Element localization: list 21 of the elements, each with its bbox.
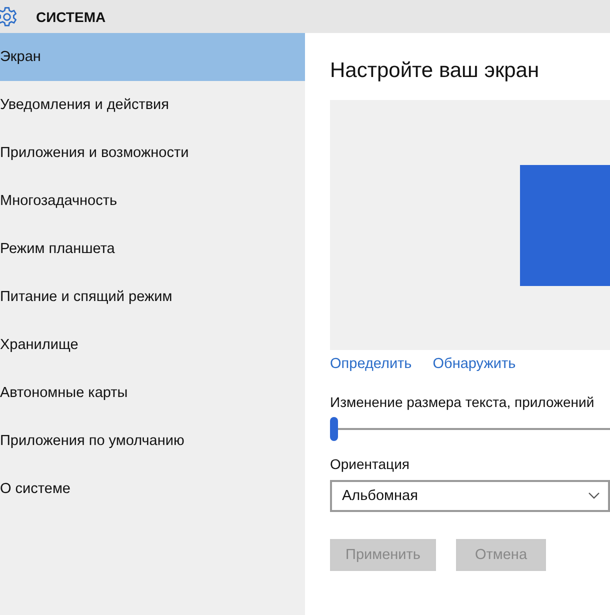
orientation-dropdown[interactable]: Альбомная xyxy=(330,480,610,512)
sidebar-item[interactable]: О системе xyxy=(0,465,305,513)
sidebar-item[interactable]: Питание и спящий режим xyxy=(0,273,305,321)
sidebar-item[interactable]: Автономные карты xyxy=(0,369,305,417)
slider-label: Изменение размера текста, приложений xyxy=(330,394,596,410)
orientation-label: Ориентация xyxy=(330,456,410,472)
slider-thumb[interactable] xyxy=(330,417,338,441)
monitor-tile[interactable] xyxy=(520,165,610,286)
sidebar-item[interactable]: Уведомления и действия xyxy=(0,81,305,129)
chevron-icon xyxy=(588,492,600,500)
sidebar-item[interactable]: Хранилище xyxy=(0,321,305,369)
link[interactable]: Определить xyxy=(330,356,412,372)
link[interactable]: Обнаружить xyxy=(432,356,516,372)
sidebar-item[interactable]: Многозадачность xyxy=(0,177,305,225)
sidebar-item[interactable]: Экран xyxy=(0,33,305,81)
section-title: СИСТЕМА xyxy=(36,8,106,24)
sidebar-item[interactable]: Режим планшета xyxy=(0,225,305,273)
page-title: Настройте ваш экран xyxy=(330,59,540,83)
settings-icon xyxy=(0,6,18,28)
sidebar-item[interactable]: Приложения по умолчанию xyxy=(0,417,305,465)
sidebar-item[interactable]: Приложения и возможности xyxy=(0,129,305,177)
